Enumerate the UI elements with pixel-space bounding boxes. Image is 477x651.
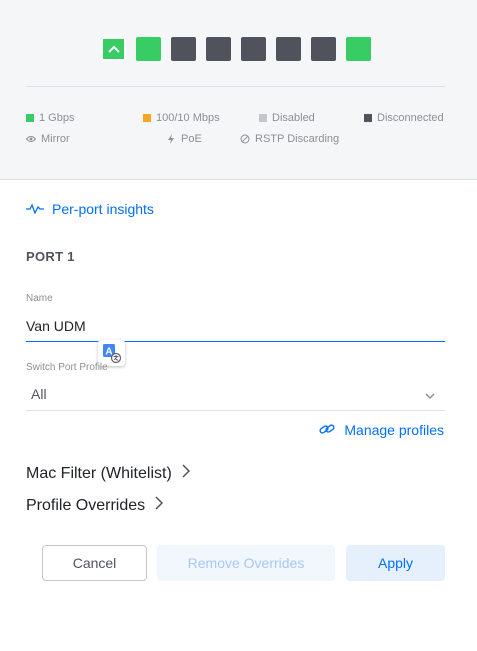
eye-icon bbox=[26, 134, 36, 144]
profile-overrides-section[interactable]: Profile Overrides bbox=[26, 496, 164, 515]
legend-label-mirror: Mirror bbox=[41, 133, 70, 145]
port-4[interactable] bbox=[206, 37, 231, 61]
port-7[interactable] bbox=[311, 37, 336, 61]
port-2[interactable] bbox=[136, 37, 161, 61]
legend-label-1gbps: 1 Gbps bbox=[39, 112, 75, 124]
apply-button[interactable]: Apply bbox=[346, 545, 445, 581]
port-3[interactable] bbox=[171, 37, 196, 61]
legend-label-disabled: Disabled bbox=[272, 112, 315, 124]
legend-1gbps: 1 Gbps bbox=[26, 112, 74, 124]
chevron-right-icon bbox=[182, 464, 190, 483]
switch-port-profile-label: Switch Port Profile bbox=[26, 362, 108, 373]
port-grid bbox=[101, 37, 371, 61]
legend-disabled: Disabled bbox=[259, 112, 315, 124]
manage-profiles-label: Manage profiles bbox=[344, 422, 444, 438]
port-8[interactable] bbox=[346, 37, 371, 61]
legend-100mbps: 100/10 Mbps bbox=[143, 112, 220, 124]
legend-swatch-1gbps bbox=[26, 114, 34, 122]
legend-label-100mbps: 100/10 Mbps bbox=[156, 112, 220, 124]
mac-filter-label: Mac Filter (Whitelist) bbox=[26, 464, 172, 482]
per-port-insights-link[interactable]: Per-port insights bbox=[26, 201, 154, 217]
legend-disconnected: Disconnected bbox=[364, 112, 444, 124]
port-title: PORT 1 bbox=[26, 249, 75, 264]
chevron-down-icon bbox=[425, 386, 435, 402]
port-5[interactable] bbox=[241, 37, 266, 61]
switch-port-profile-select[interactable]: All bbox=[26, 378, 445, 411]
divider bbox=[26, 86, 445, 87]
blocked-icon bbox=[240, 134, 250, 144]
chevron-up-icon bbox=[107, 45, 120, 53]
per-port-insights-label: Per-port insights bbox=[52, 201, 154, 217]
lightning-icon bbox=[166, 134, 176, 144]
profile-overrides-label: Profile Overrides bbox=[26, 496, 146, 514]
legend-label-disconnected: Disconnected bbox=[377, 112, 444, 124]
name-field-label: Name bbox=[26, 293, 53, 304]
port-6[interactable] bbox=[276, 37, 301, 61]
remove-overrides-button[interactable]: Remove Overrides bbox=[157, 545, 335, 581]
legend-swatch-disconnected bbox=[364, 114, 372, 122]
port-overview-panel: 1 Gbps 100/10 Mbps Disabled Disconnected… bbox=[0, 0, 477, 180]
activity-icon bbox=[26, 201, 44, 217]
manage-profiles-link[interactable]: Manage profiles bbox=[319, 422, 444, 438]
name-input[interactable] bbox=[26, 311, 445, 342]
link-icon bbox=[319, 422, 335, 438]
legend-mirror: Mirror bbox=[26, 133, 70, 145]
chevron-right-icon bbox=[155, 496, 164, 515]
port-1[interactable] bbox=[101, 37, 126, 61]
legend-poe: PoE bbox=[166, 133, 202, 145]
legend-swatch-disabled bbox=[259, 114, 267, 122]
legend-label-poe: PoE bbox=[181, 133, 202, 145]
legend-rstp: RSTP Discarding bbox=[240, 133, 339, 145]
legend-swatch-100mbps bbox=[143, 114, 151, 122]
cancel-button[interactable]: Cancel bbox=[42, 545, 147, 581]
legend-label-rstp: RSTP Discarding bbox=[255, 133, 340, 145]
switch-port-profile-value: All bbox=[31, 386, 47, 402]
mac-filter-section[interactable]: Mac Filter (Whitelist) bbox=[26, 464, 190, 483]
